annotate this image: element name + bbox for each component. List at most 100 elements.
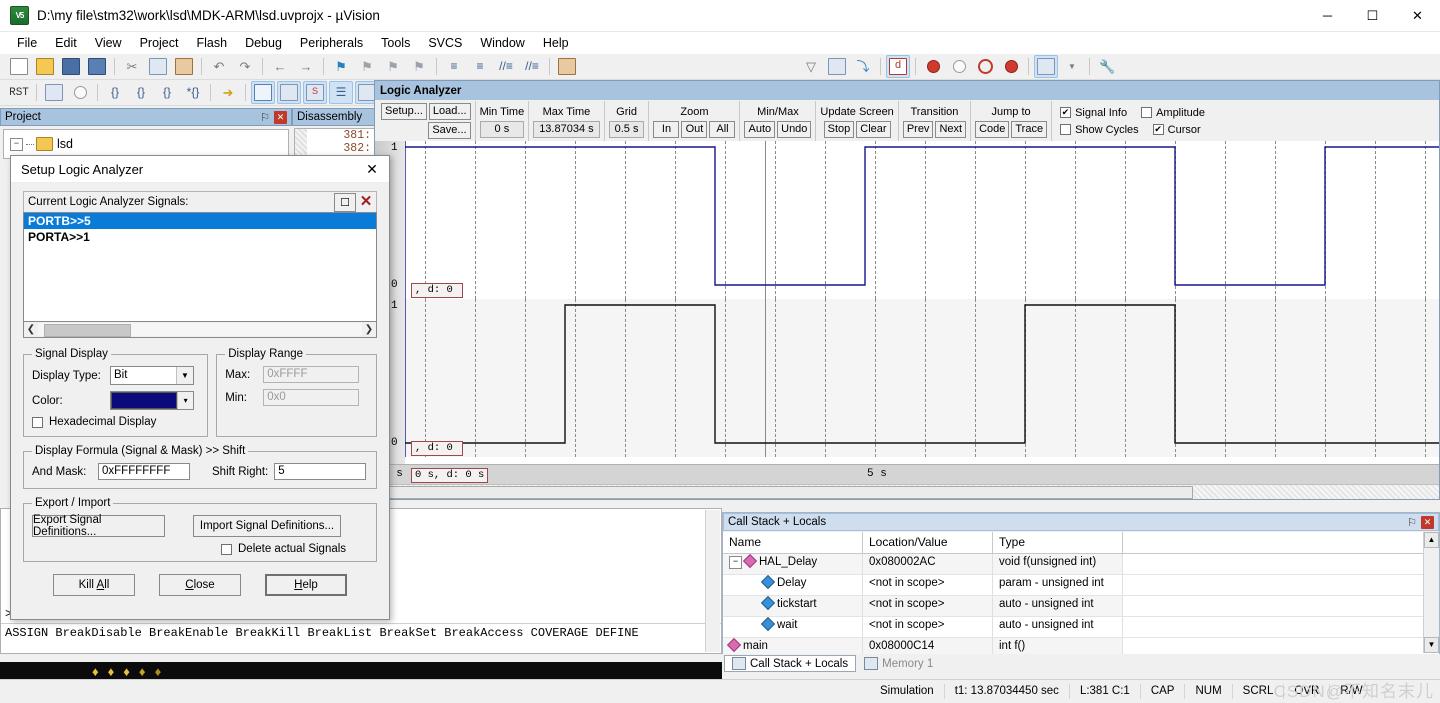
comment-icon[interactable]: //≡ (494, 55, 518, 78)
bookmark-icon[interactable]: ⚑ (329, 55, 353, 78)
bookmark-next-icon[interactable]: ⚑ (381, 55, 405, 78)
open-folder-icon[interactable] (33, 55, 57, 78)
new-file-icon[interactable] (7, 55, 31, 78)
target-options-icon[interactable] (825, 55, 849, 78)
redo-icon[interactable]: ↷ (233, 55, 257, 78)
signal-trace-portb[interactable]: , d: 0 (405, 141, 1439, 299)
signal-info-checkbox[interactable]: ✔ Signal Info (1060, 104, 1127, 121)
zoom-in-button[interactable]: In (653, 121, 680, 138)
symbols-icon[interactable]: S (303, 81, 327, 104)
step-over-icon[interactable]: {} (129, 81, 153, 104)
min-time-value[interactable]: 0 s (479, 121, 525, 138)
color-select[interactable]: ▾ (110, 391, 194, 410)
bookmark-clear-icon[interactable]: ⚑ (407, 55, 431, 78)
call-stack-grid[interactable]: Name Location/Value Type − HAL_Delay 0x080… (723, 532, 1439, 659)
stop-icon[interactable] (68, 81, 92, 104)
scrollbar-thumb[interactable] (44, 324, 131, 337)
configure-icon[interactable]: 🔧 (1095, 55, 1119, 78)
call-stack-vscrollbar[interactable]: ▲ ▼ (1423, 532, 1439, 653)
zoom-all-button[interactable]: All (709, 121, 736, 138)
run-to-cursor-icon[interactable]: *{} (181, 81, 205, 104)
table-row[interactable]: tickstart <not in scope> auto - unsigned i… (723, 596, 1439, 617)
kill-all-button[interactable]: Kill All (53, 574, 135, 596)
save-icon[interactable] (59, 55, 83, 78)
back-icon[interactable]: ← (268, 55, 292, 78)
column-header-value[interactable]: Location/Value (863, 532, 993, 553)
signals-list[interactable]: PORTB>>5 PORTA>>1 (23, 212, 377, 322)
maximize-button[interactable]: ☐ (1350, 0, 1395, 31)
export-signal-definitions-button[interactable]: Export Signal Definitions... (32, 514, 165, 538)
close-button[interactable]: ✕ (1395, 0, 1440, 31)
hscrollbar-thumb[interactable] (375, 486, 1193, 499)
display-type-select[interactable]: Bit ▼ (110, 366, 194, 385)
outdent-icon[interactable]: ≡ (468, 55, 492, 78)
command-window-icon[interactable] (251, 81, 275, 104)
scrollbar-track[interactable] (38, 323, 362, 337)
signal-trace-porta[interactable]: , d: 0 (405, 299, 1439, 457)
copy-icon[interactable] (146, 55, 170, 78)
table-row[interactable]: − HAL_Delay 0x080002AC void f(unsigned int) (723, 554, 1439, 575)
pin-icon[interactable]: ⚐ (259, 111, 271, 124)
save-all-icon[interactable] (85, 55, 109, 78)
pin-icon[interactable]: ⚐ (1406, 516, 1418, 529)
tab-call-stack[interactable]: Call Stack + Locals (724, 655, 857, 672)
delete-actual-signals-checkbox[interactable]: Delete actual Signals (221, 543, 368, 555)
new-signal-icon[interactable]: ☐ (334, 192, 356, 212)
menu-file[interactable]: File (8, 33, 46, 53)
menu-peripherals[interactable]: Peripherals (291, 33, 372, 53)
menu-help[interactable]: Help (534, 33, 578, 53)
bookmark-prev-icon[interactable]: ⚑ (355, 55, 379, 78)
step-out-icon[interactable]: {} (155, 81, 179, 104)
minmax-undo-button[interactable]: Undo (777, 121, 812, 138)
step-in-icon[interactable]: {} (103, 81, 127, 104)
menu-edit[interactable]: Edit (46, 33, 86, 53)
forward-icon[interactable]: → (294, 55, 318, 78)
undo-icon[interactable]: ↶ (207, 55, 231, 78)
hex-display-checkbox[interactable]: Hexadecimal Display (32, 416, 199, 428)
window-dropdown-icon[interactable]: ▼ (1060, 55, 1084, 78)
cursor-checkbox[interactable]: ✔ Cursor (1152, 121, 1201, 138)
transition-next-button[interactable]: Next (935, 121, 967, 138)
help-button[interactable]: Help (265, 574, 347, 596)
scroll-left-icon[interactable]: ❮ (24, 324, 38, 335)
build-icon[interactable] (555, 55, 579, 78)
time-axis[interactable]: 0 s 5 s 0 s, d: 0 s (375, 464, 1439, 485)
debug-icon[interactable]: d (886, 55, 910, 78)
breakpoint-disable-icon[interactable] (947, 55, 971, 78)
jump-code-button[interactable]: Code (975, 121, 1010, 138)
signal-list-item[interactable]: PORTA>>1 (24, 229, 376, 245)
scroll-right-icon[interactable]: ❯ (362, 324, 376, 335)
download-icon[interactable]: ⤵ (851, 55, 875, 78)
scroll-down-icon[interactable]: ▼ (1424, 637, 1439, 653)
minmax-auto-button[interactable]: Auto (744, 121, 776, 138)
signals-hscrollbar[interactable]: ❮ ❯ (23, 322, 377, 338)
window-manage-icon[interactable] (1034, 55, 1058, 78)
menu-flash[interactable]: Flash (187, 33, 236, 53)
delete-signal-icon[interactable]: ✕ (356, 193, 376, 210)
registers-icon[interactable]: ☰ (329, 81, 353, 104)
close-button[interactable]: Close (159, 574, 241, 596)
tree-expander-icon[interactable]: − (729, 556, 742, 569)
show-next-statement-icon[interactable]: ➜ (216, 81, 240, 104)
scroll-up-icon[interactable]: ▲ (1424, 532, 1439, 548)
shift-right-input[interactable]: 5 (274, 463, 367, 480)
table-row[interactable]: wait <not in scope> auto - unsigned int (723, 617, 1439, 638)
dropdown-icon[interactable]: ▽ (799, 55, 823, 78)
tree-expander-icon[interactable]: − (10, 137, 23, 151)
max-input[interactable]: 0xFFFF (263, 366, 360, 383)
close-icon[interactable]: ✕ (274, 110, 287, 124)
column-header-type[interactable]: Type (993, 532, 1123, 553)
run-icon[interactable] (42, 81, 66, 104)
waveform-area[interactable]: , d: 0 1 0 , d: 0 1 0 0 s 5 s 0 s, d: 0 s (375, 141, 1439, 499)
disassembly-icon[interactable] (277, 81, 301, 104)
signal-list-item[interactable]: PORTB>>5 (24, 213, 376, 229)
menu-tools[interactable]: Tools (372, 33, 419, 53)
breakpoint-icon[interactable] (921, 55, 945, 78)
close-icon[interactable]: ✕ (1421, 515, 1434, 529)
load-button[interactable]: Load... (428, 103, 471, 120)
command-vscrollbar[interactable] (705, 510, 720, 652)
transition-prev-button[interactable]: Prev (902, 121, 934, 138)
zoom-out-button[interactable]: Out (681, 121, 708, 138)
menu-window[interactable]: Window (471, 33, 533, 53)
breakpoint-kill-icon[interactable] (999, 55, 1023, 78)
